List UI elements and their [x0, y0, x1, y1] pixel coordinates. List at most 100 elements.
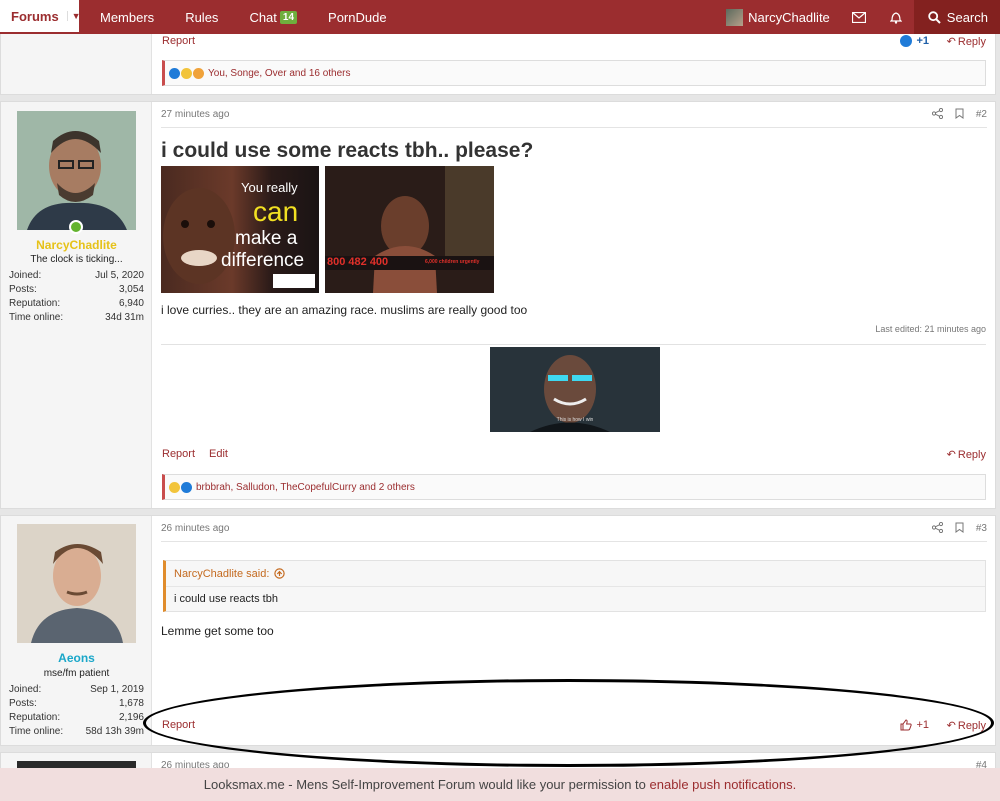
nav-forums-tab[interactable]: Forums ▼	[0, 0, 81, 34]
post-user-cell	[1, 27, 152, 94]
stat-value: Jul 5, 2020	[95, 270, 144, 281]
stat-row: Joined: Sep 1, 2019	[9, 683, 144, 697]
stat-key: Time online:	[9, 312, 64, 323]
chevron-down-icon[interactable]: ▼	[66, 11, 81, 21]
quote-block: NarcyChadlite said: i could use reacts t…	[163, 560, 986, 612]
stat-key: Joined:	[9, 684, 42, 695]
stat-row: Joined: Jul 5, 2020	[9, 269, 144, 283]
bell-icon[interactable]	[878, 0, 914, 34]
top-navbar: Forums ▼ Members Rules Chat 14 PornDude …	[0, 0, 1000, 34]
chat-count-badge: 14	[279, 10, 298, 24]
user-stats: Joined: Jul 5, 2020 Posts: 3,054 Reputatio…	[9, 269, 144, 325]
signature-image[interactable]: This is how I win	[490, 347, 660, 432]
post-time[interactable]: 26 minutes ago	[161, 523, 229, 534]
reply-label: Reply	[957, 35, 986, 48]
nav-chat-label: Chat	[249, 9, 277, 25]
report-link[interactable]: Report	[162, 719, 195, 731]
post-time[interactable]: 27 minutes ago	[161, 109, 229, 120]
stat-row: Time online: 58d 13h 39m	[9, 725, 144, 739]
post-number[interactable]: #2	[976, 109, 987, 120]
reply-button[interactable]: ↶ Reply	[947, 35, 986, 49]
image-1-line-1: You really	[241, 180, 298, 195]
nav-username: NarcyChadlite	[748, 9, 830, 25]
search-icon	[928, 10, 941, 24]
online-status-icon	[69, 220, 83, 234]
like-button[interactable]: +1	[900, 35, 929, 47]
reply-button[interactable]: ↶ Reply	[947, 448, 986, 462]
like-count: +1	[916, 719, 929, 731]
edit-link[interactable]: Edit	[209, 448, 228, 460]
quote-author[interactable]: NarcyChadlite said:	[174, 568, 269, 580]
share-icon[interactable]	[931, 521, 943, 536]
stat-value: 2,196	[118, 712, 144, 723]
reply-label: Reply	[957, 448, 986, 461]
signature-caption: This is how I win	[556, 417, 594, 423]
post-body-text: Lemme get some too	[161, 624, 274, 638]
nav-chat[interactable]: Chat 14	[239, 10, 307, 25]
post-image-1[interactable]: You really can make a difference	[161, 166, 319, 293]
bookmark-icon[interactable]	[955, 522, 964, 536]
avatar	[726, 8, 744, 26]
nav-members[interactable]: Members	[90, 10, 164, 25]
stat-value: 34d 31m	[105, 312, 144, 323]
report-link[interactable]: Report	[162, 35, 195, 47]
nav-user-menu[interactable]: NarcyChadlite	[716, 8, 840, 26]
image-2-phone: 800 482 400	[327, 256, 389, 268]
post-body-text: i love curries.. they are an amazing rac…	[161, 303, 528, 317]
nav-porndude[interactable]: PornDude	[318, 10, 397, 25]
post-author[interactable]: Aeons	[1, 651, 152, 665]
like-button[interactable]: +1	[900, 719, 929, 731]
share-icon[interactable]	[931, 107, 943, 122]
avatar[interactable]	[17, 524, 136, 643]
post-body-cell: Report +1 ↶ Reply You, Songe, Over and 1…	[153, 27, 995, 94]
stat-value: 3,054	[118, 284, 144, 295]
reply-button[interactable]: ↶ Reply	[946, 719, 986, 733]
stat-row: Reputation: 6,940	[9, 297, 144, 311]
stat-key: Joined:	[9, 270, 42, 281]
image-1-line-2: can	[253, 196, 299, 227]
stat-key: Posts:	[9, 284, 37, 295]
reaction-users[interactable]: brbbrah, Salludon, TheCopefulCurry and 2…	[196, 482, 415, 493]
reply-icon: ↶	[946, 720, 956, 732]
arrow-up-circle-icon[interactable]	[274, 568, 286, 579]
post-user-cell: NarcyChadlite The clock is ticking... Jo…	[1, 102, 152, 508]
push-notification-banner: Looksmax.me - Mens Self-Improvement Foru…	[0, 768, 1000, 801]
like-count: +1	[916, 35, 929, 47]
post-number[interactable]: #3	[976, 523, 987, 534]
post-author[interactable]: NarcyChadlite	[1, 238, 152, 252]
post-user-cell: Aeons mse/fm patient Joined: Sep 1, 2019 …	[1, 516, 152, 745]
love-reaction-icon	[193, 67, 204, 79]
report-link[interactable]: Report	[162, 448, 195, 460]
search-button[interactable]: Search	[913, 0, 1000, 34]
stat-row: Posts: 3,054	[9, 283, 144, 297]
nav-right-group: NarcyChadlite Search	[716, 0, 1000, 34]
like-icon	[900, 35, 913, 47]
stat-key: Time online:	[9, 726, 64, 737]
image-2-small: 6,000 children urgently	[425, 259, 480, 265]
nav-rules[interactable]: Rules	[175, 10, 228, 25]
last-edited: Last edited: 21 minutes ago	[875, 324, 986, 334]
stat-key: Reputation:	[9, 712, 61, 723]
post-title: i could use some reacts tbh.. please?	[161, 139, 534, 162]
post-header: 26 minutes ago #3	[161, 516, 987, 542]
post-actions: #2	[920, 107, 987, 122]
post-body-cell: 26 minutes ago #3 NarcyChadlite said: i …	[153, 516, 995, 745]
stat-value: Sep 1, 2019	[90, 684, 144, 695]
post-3: Aeons mse/fm patient Joined: Sep 1, 2019 …	[0, 515, 996, 746]
avatar[interactable]	[17, 111, 136, 230]
bookmark-icon[interactable]	[955, 108, 964, 122]
like-reaction-icon	[181, 481, 192, 493]
reaction-users[interactable]: You, Songe, Over and 16 others	[208, 68, 351, 79]
reactions-bar[interactable]: You, Songe, Over and 16 others	[162, 60, 986, 86]
laugh-reaction-icon	[181, 67, 192, 79]
quote-header[interactable]: NarcyChadlite said:	[166, 561, 985, 587]
reactions-bar[interactable]: brbbrah, Salludon, TheCopefulCurry and 2…	[162, 474, 986, 500]
enable-push-link[interactable]: enable push notifications.	[650, 777, 797, 792]
post-image-2[interactable]: 800 482 400 6,000 children urgently	[325, 166, 494, 293]
stat-row: Posts: 1,678	[9, 697, 144, 711]
reply-label: Reply	[957, 719, 986, 732]
stat-value: 1,678	[118, 698, 144, 709]
post-body-cell: 27 minutes ago #2 i could use some react…	[153, 102, 995, 508]
envelope-icon[interactable]	[840, 0, 878, 34]
image-1-line-3: make a	[235, 228, 298, 249]
